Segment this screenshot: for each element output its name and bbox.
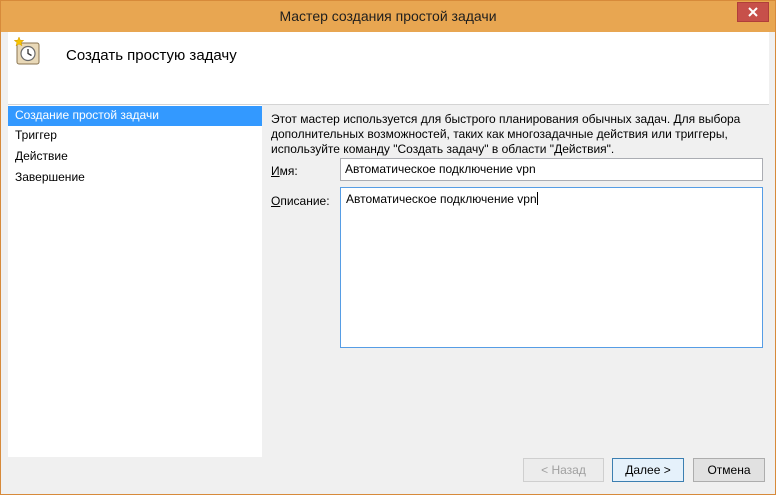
back-button[interactable]: < Назад xyxy=(523,458,604,482)
name-label: Имя: xyxy=(271,164,298,178)
task-scheduler-clock-icon xyxy=(13,36,40,65)
intro-line: используйте команду "Создать задачу" в о… xyxy=(271,142,615,156)
name-input[interactable]: Автоматическое подключение vpn xyxy=(340,158,763,181)
nav-step-finish[interactable]: Завершение xyxy=(8,168,262,188)
window-title: Мастер создания простой задачи xyxy=(279,8,497,24)
nav-step-trigger[interactable]: Триггер xyxy=(8,126,262,146)
page-title: Создать простую задачу xyxy=(66,47,237,64)
intro-line: Этот мастер используется для быстрого пл… xyxy=(271,112,741,126)
name-label-text: мя: xyxy=(279,164,298,178)
description-label-text: писание: xyxy=(280,194,330,208)
nav-step-action[interactable]: Действие xyxy=(8,147,262,167)
cancel-button[interactable]: Отмена xyxy=(693,458,765,482)
intro-line: дополнительных возможностей, таких как м… xyxy=(271,127,728,141)
description-value: Автоматическое подключение vpn xyxy=(346,192,537,206)
intro-text: Этот мастер используется для быстрого пл… xyxy=(271,112,766,157)
wizard-window: Мастер создания простой задачи Создать п… xyxy=(0,0,776,495)
title-bar[interactable]: Мастер создания простой задачи xyxy=(1,1,775,32)
name-input-value: Автоматическое подключение vpn xyxy=(345,162,536,176)
wizard-steps-nav: Создание простой задачи Триггер Действие… xyxy=(8,105,262,457)
wizard-header: Создать простую задачу xyxy=(8,32,769,105)
close-button[interactable] xyxy=(737,2,769,22)
description-label: Описание: xyxy=(271,194,330,208)
next-button[interactable]: Далее > xyxy=(612,458,684,482)
nav-step-create-task[interactable]: Создание простой задачи xyxy=(8,106,262,126)
close-icon xyxy=(748,7,758,17)
description-label-accel: О xyxy=(271,194,281,208)
wizard-content: Этот мастер используется для быстрого пл… xyxy=(262,105,769,457)
text-caret xyxy=(536,192,538,205)
name-label-accel: И xyxy=(271,164,280,178)
description-textarea[interactable]: Автоматическое подключение vpn xyxy=(340,187,763,348)
